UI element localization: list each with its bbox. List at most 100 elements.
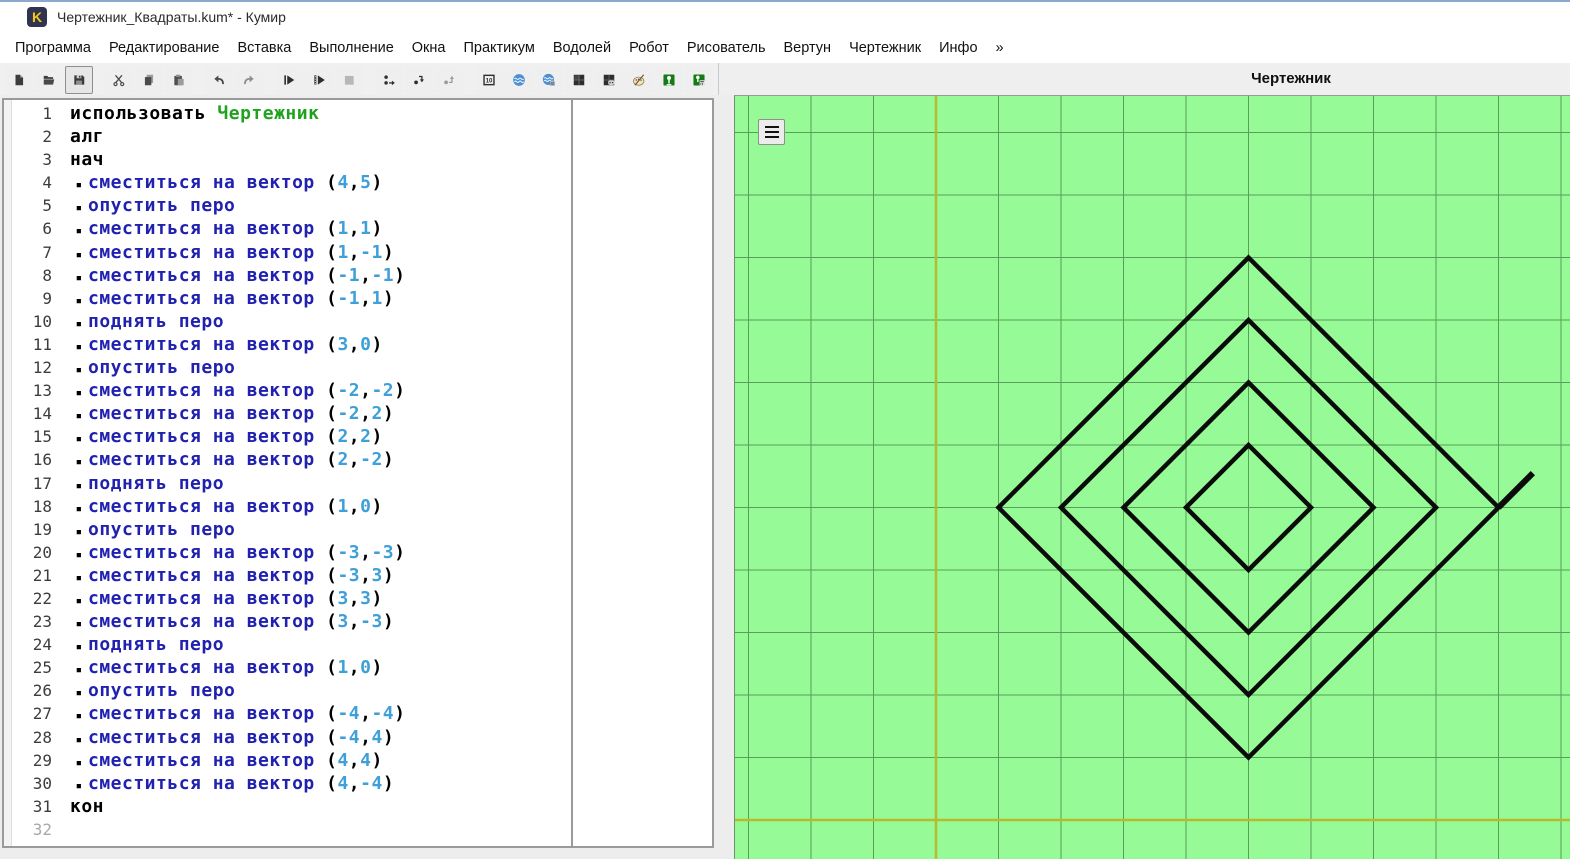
menu-item-рисователь[interactable]: Рисователь <box>678 36 775 60</box>
menu-item-инфо[interactable]: Инфо <box>930 36 986 60</box>
code-line-7[interactable]: 7▪сместиться на вектор (1,-1) <box>12 241 712 264</box>
code-text: ▪сместиться на вектор (3,3) <box>62 587 383 612</box>
code-line-24[interactable]: 24▪поднять перо <box>12 633 712 656</box>
indent-dot-icon: ▪ <box>70 774 88 797</box>
code-line-18[interactable]: 18▪сместиться на вектор (1,0) <box>12 495 712 518</box>
code-line-26[interactable]: 26▪опустить перо <box>12 679 712 702</box>
code-line-16[interactable]: 16▪сместиться на вектор (2,-2) <box>12 448 712 471</box>
risovatel-button[interactable] <box>625 66 653 94</box>
robot-games-button[interactable] <box>595 66 623 94</box>
menu-item-окна[interactable]: Окна <box>403 36 455 60</box>
paste-button[interactable] <box>165 66 193 94</box>
menu-item-вставка[interactable]: Вставка <box>228 36 300 60</box>
indent-dot-icon: ▪ <box>70 474 88 497</box>
drawer-window-button[interactable] <box>655 66 683 94</box>
line-number: 33 <box>12 841 62 848</box>
menu-item-чертежник[interactable]: Чертежник <box>840 36 930 60</box>
menu-item-»[interactable]: » <box>987 36 1013 60</box>
open-file-button[interactable] <box>35 66 63 94</box>
code-line-25[interactable]: 25▪сместиться на вектор (1,0) <box>12 656 712 679</box>
code-line-17[interactable]: 17▪поднять перо <box>12 472 712 495</box>
code-line-11[interactable]: 11▪сместиться на вектор (3,0) <box>12 333 712 356</box>
code-line-28[interactable]: 28▪сместиться на вектор (-4,4) <box>12 726 712 749</box>
redo-button[interactable] <box>235 66 263 94</box>
step-out-button[interactable] <box>435 66 463 94</box>
line-number: 9 <box>12 287 62 310</box>
code-text: ▪сместиться на вектор (4,5) <box>62 171 383 196</box>
code-editor[interactable]: 1использовать Чертежник2алг3нач4▪сместит… <box>2 98 714 848</box>
code-text: ▪сместиться на вектор (-1,1) <box>62 287 394 312</box>
code-line-13[interactable]: 13▪сместиться на вектор (-2,-2) <box>12 379 712 402</box>
code-line-29[interactable]: 29▪сместиться на вектор (4,4) <box>12 749 712 772</box>
menu-item-робот[interactable]: Робот <box>620 36 678 60</box>
code-text: ▪сместиться на вектор (1,0) <box>62 656 383 681</box>
code-line-32[interactable]: 32 <box>12 818 712 841</box>
vodoley-button[interactable] <box>505 66 533 94</box>
indent-dot-icon: ▪ <box>70 635 88 658</box>
line-number: 20 <box>12 541 62 564</box>
editor-margin-separator[interactable] <box>571 100 573 846</box>
step-over-button[interactable] <box>375 66 403 94</box>
code-line-4[interactable]: 4▪сместиться на вектор (4,5) <box>12 171 712 194</box>
code-line-30[interactable]: 30▪сместиться на вектор (4,-4) <box>12 772 712 795</box>
code-line-12[interactable]: 12▪опустить перо <box>12 356 712 379</box>
code-text: ▪сместиться на вектор (-3,3) <box>62 564 394 589</box>
robot-field-button[interactable] <box>565 66 593 94</box>
menu-item-редактирование[interactable]: Редактирование <box>100 36 228 60</box>
code-line-2[interactable]: 2алг <box>12 125 712 148</box>
run-button[interactable] <box>275 66 303 94</box>
vodoley-tools-button[interactable] <box>535 66 563 94</box>
menu-item-водолей[interactable]: Водолей <box>544 36 620 60</box>
menu-item-выполнение[interactable]: Выполнение <box>300 36 402 60</box>
menu-item-вертун[interactable]: Вертун <box>775 36 841 60</box>
drawer-menu-button[interactable] <box>758 119 785 145</box>
robot-games-icon <box>602 68 616 92</box>
code-line-5[interactable]: 5▪опустить перо <box>12 194 712 217</box>
indent-dot-icon: ▪ <box>70 589 88 612</box>
code-line-21[interactable]: 21▪сместиться на вектор (-3,3) <box>12 564 712 587</box>
stop-button[interactable] <box>335 66 363 94</box>
code-text: ▪опустить перо <box>62 356 235 381</box>
line-number: 4 <box>12 171 62 194</box>
code-text: ▪сместиться на вектор (-3,-3) <box>62 541 406 566</box>
save-file-button[interactable] <box>65 66 93 94</box>
editor-gutter-strip <box>4 100 12 846</box>
code-line-23[interactable]: 23▪сместиться на вектор (3,-3) <box>12 610 712 633</box>
vodoley-tools-icon <box>542 68 556 92</box>
step-into-button[interactable] <box>405 66 433 94</box>
code-line-15[interactable]: 15▪сместиться на вектор (2,2) <box>12 425 712 448</box>
code-line-6[interactable]: 6▪сместиться на вектор (1,1) <box>12 217 712 240</box>
code-line-3[interactable]: 3нач <box>12 148 712 171</box>
code-line-27[interactable]: 27▪сместиться на вектор (-4,-4) <box>12 702 712 725</box>
code-line-14[interactable]: 14▪сместиться на вектор (-2,2) <box>12 402 712 425</box>
code-line-8[interactable]: 8▪сместиться на вектор (-1,-1) <box>12 264 712 287</box>
drawer-tools-icon <box>692 68 706 92</box>
run-steps-button[interactable] <box>305 66 333 94</box>
line-number: 7 <box>12 241 62 264</box>
code-text: ▪сместиться на вектор (-4,4) <box>62 726 394 751</box>
code-line-10[interactable]: 10▪поднять перо <box>12 310 712 333</box>
code-line-22[interactable]: 22▪сместиться на вектор (3,3) <box>12 587 712 610</box>
code-line-31[interactable]: 31кон <box>12 795 712 818</box>
code-line-9[interactable]: 9▪сместиться на вектор (-1,1) <box>12 287 712 310</box>
show-margin-10-button[interactable]: 10 <box>475 66 503 94</box>
code-line-20[interactable]: 20▪сместиться на вектор (-3,-3) <box>12 541 712 564</box>
line-number: 10 <box>12 310 62 333</box>
indent-dot-icon: ▪ <box>70 658 88 681</box>
drawer-tools-button[interactable] <box>685 66 713 94</box>
drawer-canvas <box>735 96 1570 859</box>
code-line-19[interactable]: 19▪опустить перо <box>12 518 712 541</box>
code-line-33[interactable]: 33 <box>12 841 712 848</box>
new-file-icon <box>12 68 26 92</box>
menu-item-практикум[interactable]: Практикум <box>454 36 543 60</box>
menu-item-программа[interactable]: Программа <box>6 36 100 60</box>
risovatel-icon <box>632 68 646 92</box>
undo-button[interactable] <box>205 66 233 94</box>
copy-button[interactable] <box>135 66 163 94</box>
new-file-button[interactable] <box>5 66 33 94</box>
code-text: ▪опустить перо <box>62 679 235 704</box>
code-line-1[interactable]: 1использовать Чертежник <box>12 102 712 125</box>
line-number: 23 <box>12 610 62 633</box>
code-text: ▪сместиться на вектор (3,-3) <box>62 610 394 635</box>
cut-button[interactable] <box>105 66 133 94</box>
